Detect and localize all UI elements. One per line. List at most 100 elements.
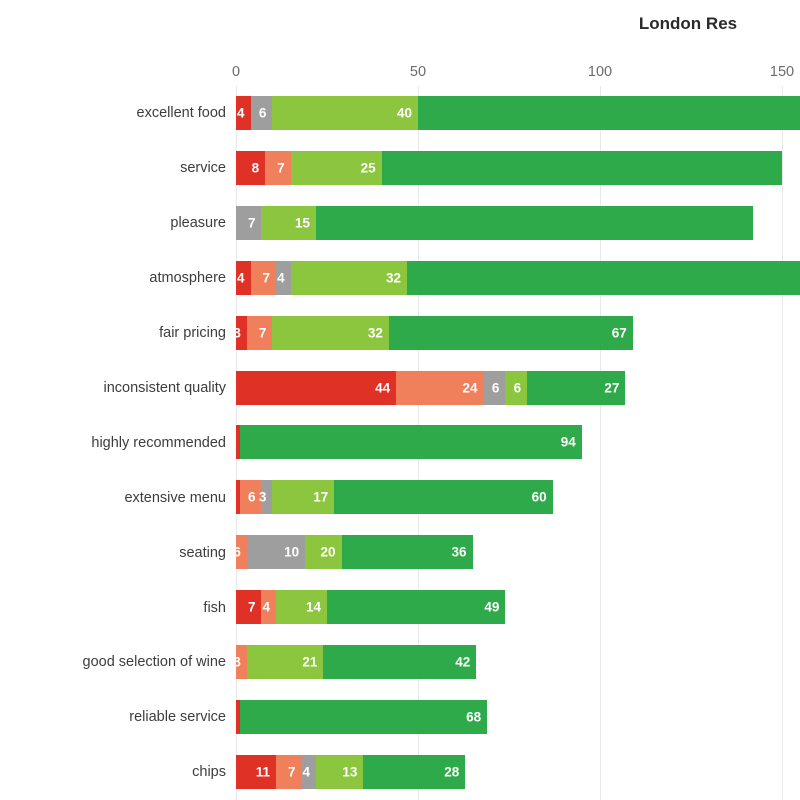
- bar-segment[interactable]: 7: [246, 315, 273, 350]
- bar-segment[interactable]: 36: [341, 535, 473, 570]
- bar-segment[interactable]: 4: [261, 590, 277, 625]
- bar-segment[interactable]: 4: [301, 754, 317, 789]
- bar-segment[interactable]: 7: [236, 590, 262, 625]
- bar-segment[interactable]: [407, 260, 800, 295]
- bar-value-label: 14: [305, 599, 321, 615]
- bar-value-label: 44: [375, 380, 391, 395]
- category-label: extensive menu: [124, 489, 226, 506]
- bar-segment[interactable]: 7: [265, 150, 291, 185]
- bar-segment[interactable]: 6: [239, 480, 262, 515]
- bar-segment[interactable]: 11: [236, 754, 277, 789]
- category-label: seating: [179, 544, 226, 561]
- bar-segment[interactable]: 20: [305, 535, 342, 570]
- bar-segment[interactable]: 10: [246, 535, 306, 570]
- bar-value-label: 4: [277, 270, 285, 286]
- bar-segment[interactable]: 16: [226, 535, 247, 570]
- category-label: fair pricing: [159, 325, 226, 342]
- bar-value-label: 4: [262, 599, 271, 615]
- bar-value-label: 7: [247, 599, 256, 615]
- bar-segment[interactable]: 13: [316, 754, 364, 789]
- bar-value-label: 6: [258, 105, 267, 121]
- bar-row: pleasure 7 15: [170, 196, 800, 251]
- bar-value-label: 17: [313, 489, 329, 505]
- bar-value-label: 21: [302, 654, 318, 670]
- bar-value-label: 3: [233, 654, 241, 670]
- bar-segment[interactable]: 6: [483, 370, 506, 405]
- bar-row: atmosphere 4 7 4 32: [149, 251, 800, 306]
- bar-segment[interactable]: 32: [290, 260, 408, 295]
- category-label: reliable service: [129, 709, 226, 726]
- bar-segment[interactable]: 3: [233, 645, 247, 679]
- category-label: good selection of wine: [82, 654, 227, 671]
- bar-segment[interactable]: 6: [505, 370, 528, 405]
- bar-segment[interactable]: 7: [276, 754, 302, 789]
- bar-segment[interactable]: 42: [323, 645, 477, 679]
- bar-value-label: 68: [466, 709, 482, 725]
- bar-value-label: 7: [277, 160, 285, 176]
- bar-segment[interactable]: 40: [272, 96, 418, 130]
- bar-row: inconsistent quality 44 24 6 6 27: [103, 361, 800, 416]
- bar-row: extensive menu 6 3 17 60: [124, 470, 800, 525]
- bar-value-label: 7: [262, 270, 271, 286]
- bar-segment[interactable]: 25: [290, 150, 382, 185]
- bar-segment[interactable]: 68: [239, 699, 488, 734]
- bar-value-label: 4: [302, 764, 311, 780]
- bar-segment[interactable]: 28: [363, 754, 466, 789]
- bar-segment[interactable]: 27: [527, 370, 626, 405]
- bar-value-label: 20: [320, 544, 336, 560]
- bar-segment[interactable]: 8: [236, 150, 266, 185]
- bar-segment[interactable]: 94: [239, 425, 582, 460]
- bar-segment[interactable]: 3: [259, 480, 273, 515]
- bar-value-label: 8: [251, 160, 260, 176]
- bar-row: chips 11 7 4 13 28: [192, 745, 800, 800]
- bar-segment[interactable]: 4: [236, 96, 251, 130]
- bar-value-label: 42: [455, 654, 471, 670]
- category-label: excellent food: [136, 105, 226, 122]
- bar-value-label: 6: [513, 380, 522, 395]
- category-label: fish: [203, 599, 226, 616]
- bar-value-label: 4: [237, 105, 245, 121]
- bar-value-label: 67: [611, 325, 627, 341]
- bar-value-label: 6: [247, 489, 256, 505]
- category-label: inconsistent quality: [103, 379, 226, 396]
- bar-row: good selection of wine 3 21 42: [83, 635, 800, 690]
- bar-segment[interactable]: 4: [236, 260, 251, 295]
- bar-segment[interactable]: 7: [250, 260, 277, 295]
- bar-segment[interactable]: 44: [236, 370, 397, 405]
- bar-segment[interactable]: 32: [272, 315, 389, 350]
- category-label: service: [180, 160, 226, 177]
- bar-segment[interactable]: [418, 96, 800, 130]
- bar-value-label: 25: [360, 160, 376, 176]
- bar-segment[interactable]: 17: [272, 480, 335, 515]
- category-label: pleasure: [170, 215, 226, 232]
- bar-segment[interactable]: [316, 205, 753, 240]
- bar-value-label: 32: [386, 270, 402, 286]
- bar-value-label: 4: [237, 270, 245, 286]
- chart-title: London Res: [638, 14, 738, 33]
- bar-segment[interactable]: [381, 150, 782, 185]
- bar-segment[interactable]: 3: [233, 315, 247, 350]
- bar-value-label: 28: [444, 764, 460, 780]
- bar-segment[interactable]: 24: [396, 370, 484, 405]
- bar-segment[interactable]: 7: [236, 205, 262, 240]
- bar-segment[interactable]: 67: [388, 315, 633, 350]
- bar-segment[interactable]: 6: [250, 96, 273, 130]
- bar-segment[interactable]: 4: [276, 260, 291, 295]
- bar-value-label: 7: [258, 325, 267, 341]
- bar-row: reliable service 68: [129, 690, 800, 745]
- bar-segment[interactable]: 21: [246, 645, 324, 679]
- bar-segment[interactable]: 49: [327, 590, 506, 625]
- bar-value-label: 94: [560, 434, 576, 450]
- bar-row: service 8 7 25: [180, 141, 800, 196]
- bar-value-label: 16: [225, 544, 241, 560]
- bar-segment[interactable]: 15: [261, 205, 317, 240]
- bar-value-label: 49: [484, 599, 500, 615]
- x-tick-label: 0: [231, 64, 241, 80]
- bar-segment[interactable]: 14: [276, 590, 327, 625]
- bar-row: seating 16 10 20 36: [179, 525, 800, 580]
- x-tick-label: 100: [587, 64, 613, 80]
- category-label: chips: [192, 764, 226, 781]
- bar-row: fair pricing 3 7 32 67: [159, 306, 800, 361]
- bar-value-label: 40: [396, 105, 412, 121]
- bar-segment[interactable]: 60: [334, 480, 553, 515]
